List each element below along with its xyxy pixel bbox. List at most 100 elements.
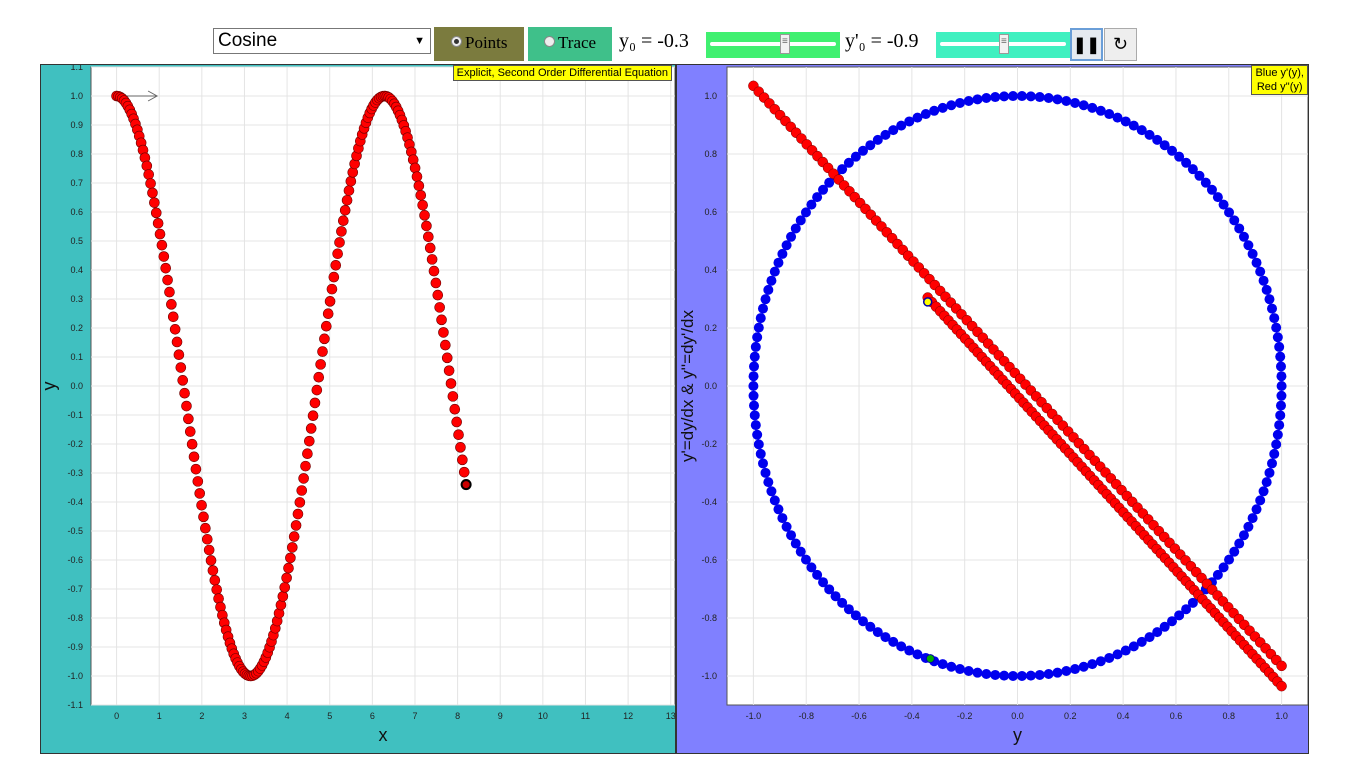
x-tick-label: 10 — [538, 711, 548, 721]
data-point-blue — [1255, 266, 1266, 277]
x-tick-label: -0.6 — [851, 711, 867, 721]
data-point-blue — [760, 294, 771, 305]
data-point-blue — [1070, 97, 1081, 108]
x-tick-label: 7 — [412, 711, 417, 721]
data-point — [326, 283, 338, 295]
y-axis-label: y'=dy/dx & y''=dy'/dx — [678, 310, 697, 462]
data-point-blue — [946, 100, 957, 111]
data-point — [409, 162, 421, 174]
x-tick-label: 3 — [242, 711, 247, 721]
data-point — [277, 591, 289, 602]
data-point-blue — [1267, 458, 1278, 469]
x-tick-label: 0.8 — [1223, 711, 1236, 721]
data-point — [324, 296, 336, 307]
points-option[interactable]: Points — [434, 27, 524, 61]
data-point — [275, 599, 287, 611]
data-point — [192, 476, 204, 487]
y-tick-label: 0.5 — [70, 236, 83, 246]
data-point-blue — [1261, 284, 1272, 295]
data-point-blue — [1238, 530, 1249, 541]
x-tick-label: -0.8 — [798, 711, 814, 721]
data-point — [300, 460, 311, 472]
y-tick-label: 0.3 — [70, 294, 83, 304]
y-tick-label: -0.6 — [67, 555, 83, 565]
data-point-blue — [1008, 670, 1019, 681]
data-point-blue — [752, 332, 763, 343]
data-point-blue — [1016, 670, 1027, 681]
data-point — [152, 217, 164, 229]
data-point — [203, 544, 215, 556]
data-point — [160, 262, 172, 274]
data-point — [339, 204, 351, 216]
data-point-blue — [753, 322, 764, 333]
data-point — [309, 397, 321, 409]
data-point — [343, 185, 355, 196]
data-point-blue — [1087, 102, 1098, 113]
data-point — [436, 314, 447, 326]
points-radio-icon[interactable] — [451, 36, 462, 47]
data-point — [169, 324, 181, 335]
data-point-blue — [769, 266, 780, 277]
cosine-plot[interactable]: 0 1 2 3 4 5 6 7 8 9 10 11 12 131.11.00.90.80.70.60.50… — [41, 65, 675, 753]
data-point — [211, 584, 223, 595]
data-point-blue — [999, 670, 1010, 681]
chevron-down-icon: ▼ — [414, 35, 425, 47]
trace-option[interactable]: Trace — [528, 27, 612, 61]
data-point — [424, 242, 436, 254]
data-point — [426, 254, 438, 265]
data-point — [179, 387, 190, 399]
yp0-slider-thumb[interactable] — [999, 34, 1009, 54]
y-tick-label: 0.8 — [704, 149, 717, 159]
data-point — [194, 488, 206, 499]
data-point-blue — [1247, 248, 1258, 259]
x-tick-label: 6 — [370, 711, 375, 721]
data-point-blue — [999, 91, 1010, 102]
x-tick-label: 5 — [327, 711, 332, 721]
data-point — [207, 565, 219, 576]
phase-plot[interactable]: -1.0 -0.8 -0.6 -0.4 -0.2 0.0 0.2 0.4 0.6 0.8 1.0 1.… — [677, 65, 1308, 753]
y0-slider-thumb[interactable] — [780, 34, 790, 54]
data-point — [162, 274, 173, 286]
data-point-blue — [1271, 322, 1282, 333]
yp0-slider[interactable] — [936, 32, 1070, 58]
data-point — [311, 384, 323, 396]
legend-badge: Blue y'(y), Red y''(y) — [1251, 65, 1308, 95]
data-point — [307, 410, 319, 422]
data-point — [313, 371, 325, 383]
x-tick-label: 1.0 — [1275, 711, 1288, 721]
current-point — [922, 297, 933, 307]
y-tick-label: 0.4 — [704, 265, 717, 275]
data-point-blue — [757, 303, 768, 314]
data-point-blue — [750, 341, 761, 352]
trace-radio-icon[interactable] — [544, 36, 555, 47]
data-point-blue — [954, 664, 965, 675]
y-tick-label: 0.0 — [704, 381, 717, 391]
reset-button[interactable]: ↻ — [1104, 28, 1137, 61]
data-point — [290, 520, 302, 531]
data-point-blue — [749, 410, 760, 421]
data-point — [421, 220, 432, 232]
data-point — [432, 289, 444, 301]
data-point — [283, 562, 294, 574]
y-tick-label: 1.1 — [70, 65, 83, 72]
data-point — [438, 327, 449, 338]
y-tick-label: -0.8 — [67, 613, 83, 623]
data-point-blue — [781, 240, 792, 251]
function-select[interactable]: Cosine ▼ — [213, 28, 431, 54]
y0-slider[interactable] — [706, 32, 840, 58]
y-tick-label: 0.4 — [70, 265, 83, 275]
data-point — [298, 473, 309, 484]
x-tick-label: 0.2 — [1064, 711, 1077, 721]
data-point-red — [1276, 660, 1287, 672]
data-point-blue — [749, 400, 760, 411]
data-point-blue — [1275, 361, 1286, 372]
data-point-blue — [1276, 390, 1287, 401]
data-point — [302, 448, 313, 460]
data-point — [281, 572, 292, 584]
data-point-blue — [1078, 100, 1089, 111]
pause-button[interactable]: ❚❚ — [1070, 28, 1103, 61]
data-point — [319, 333, 330, 345]
data-point — [285, 552, 296, 564]
y-tick-label: -0.4 — [67, 497, 83, 507]
y-tick-label: -0.2 — [701, 439, 717, 449]
